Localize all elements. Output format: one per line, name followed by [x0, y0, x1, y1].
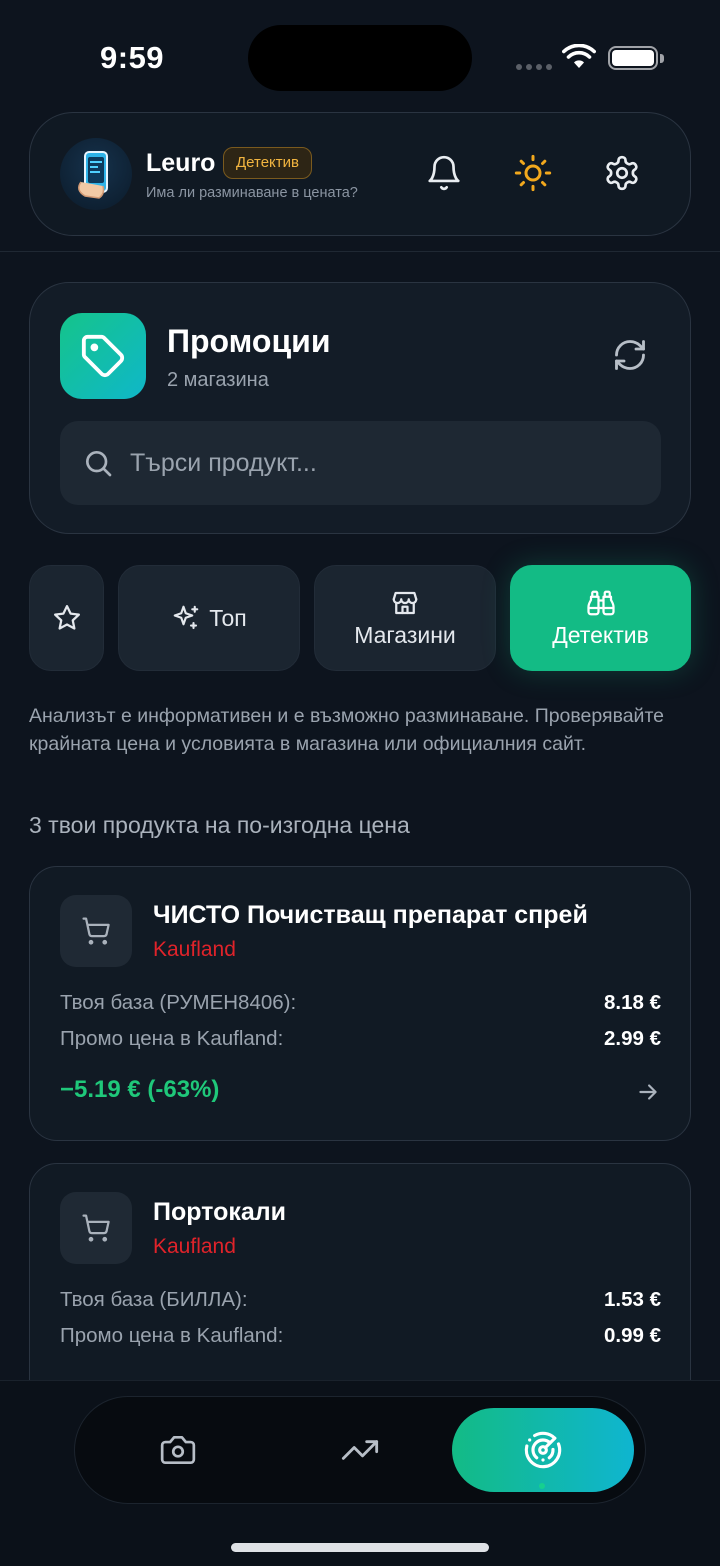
refresh-button[interactable]	[604, 329, 656, 381]
wifi-icon	[562, 44, 596, 68]
search-icon	[86, 451, 112, 477]
sparkles-icon	[173, 605, 199, 630]
phone-scan-icon	[78, 151, 108, 199]
status-bar: 9:59	[0, 0, 720, 110]
tab-stores[interactable]: Магазини	[314, 565, 496, 671]
search-box[interactable]	[60, 421, 661, 505]
nav-radar[interactable]	[452, 1408, 634, 1492]
battery-icon	[608, 46, 658, 70]
dynamic-island	[248, 25, 472, 91]
star-icon	[53, 605, 80, 630]
search-input[interactable]	[130, 421, 630, 505]
theme-toggle-button[interactable]	[511, 151, 555, 195]
refresh-icon	[615, 340, 645, 370]
app-header: Leuro Детектив Има ли разминаване в цена…	[29, 112, 691, 236]
product-name: ЧИСТО Почистващ препарат спрей	[153, 901, 588, 929]
product-store: Kaufland	[153, 1235, 236, 1258]
promo-title: Промоции	[167, 323, 331, 359]
promo-price-value: 2.99 €	[604, 1027, 661, 1050]
base-price-label: Твоя база (РУМЕН8406):	[60, 991, 297, 1014]
home-indicator[interactable]	[231, 1543, 489, 1552]
savings-amount: −5.19 € (-63%)	[60, 1076, 220, 1103]
status-time: 9:59	[100, 40, 165, 75]
product-store: Kaufland	[153, 938, 236, 961]
gear-icon	[606, 155, 638, 191]
nav-camera[interactable]	[100, 1408, 256, 1492]
tab-detective-label: Детектив	[552, 621, 649, 648]
header-divider	[0, 251, 720, 252]
base-price-label: Твоя база (БИЛЛА):	[60, 1288, 248, 1311]
disclaimer-text: Анализът е информативен и е възможно раз…	[29, 705, 665, 755]
cellular-signal-icon	[516, 64, 552, 70]
bell-icon	[428, 155, 460, 191]
base-price-value: 1.53 €	[604, 1288, 661, 1311]
base-price-row: Твоя база (РУМЕН8406): 8.18 €	[60, 991, 661, 1015]
notifications-button[interactable]	[422, 151, 466, 195]
sun-icon	[514, 154, 552, 192]
tag-icon	[81, 334, 125, 378]
tab-top-label: Топ	[209, 604, 247, 631]
radar-icon	[524, 1431, 562, 1469]
promo-price-label: Промо цена в Kaufland:	[60, 1027, 284, 1050]
app-tagline: Има ли разминаване в цената?	[146, 185, 358, 201]
promo-price-label: Промо цена в Kaufland:	[60, 1324, 284, 1347]
promo-price-row: Промо цена в Kaufland: 2.99 €	[60, 1027, 661, 1051]
promotions-card: Промоции 2 магазина	[29, 282, 691, 534]
cart-icon	[82, 917, 110, 945]
product-thumb	[60, 1192, 132, 1264]
section-title: 3 твои продукта на по-изгодна цена	[29, 812, 410, 838]
tab-favorites[interactable]	[29, 565, 104, 671]
product-card[interactable]: ЧИСТО Почистващ препарат спрей Kaufland …	[29, 866, 691, 1141]
settings-button[interactable]	[600, 151, 644, 195]
product-thumb	[60, 895, 132, 967]
nav-trends[interactable]	[282, 1408, 438, 1492]
camera-icon	[160, 1435, 196, 1465]
trending-up-icon	[341, 1440, 379, 1460]
mode-badge: Детектив	[223, 147, 312, 179]
app-name: Leuro	[146, 149, 216, 177]
tab-top[interactable]: Топ	[118, 565, 300, 671]
store-icon	[392, 591, 418, 614]
promo-price-value: 0.99 €	[604, 1324, 661, 1347]
arrow-right-icon[interactable]	[635, 1079, 661, 1105]
tab-stores-label: Магазини	[354, 621, 456, 648]
product-name: Портокали	[153, 1198, 287, 1226]
tab-detective[interactable]: Детектив	[510, 565, 691, 671]
store-count: 2 магазина	[167, 369, 269, 391]
base-price-value: 8.18 €	[604, 991, 661, 1014]
promo-price-row: Промо цена в Kaufland: 0.99 €	[60, 1324, 661, 1348]
cart-icon	[82, 1214, 110, 1242]
promo-badge	[60, 313, 146, 399]
active-indicator	[539, 1483, 545, 1489]
app-logo	[60, 138, 132, 210]
binoculars-icon	[586, 590, 615, 615]
base-price-row: Твоя база (БИЛЛА): 1.53 €	[60, 1288, 661, 1312]
